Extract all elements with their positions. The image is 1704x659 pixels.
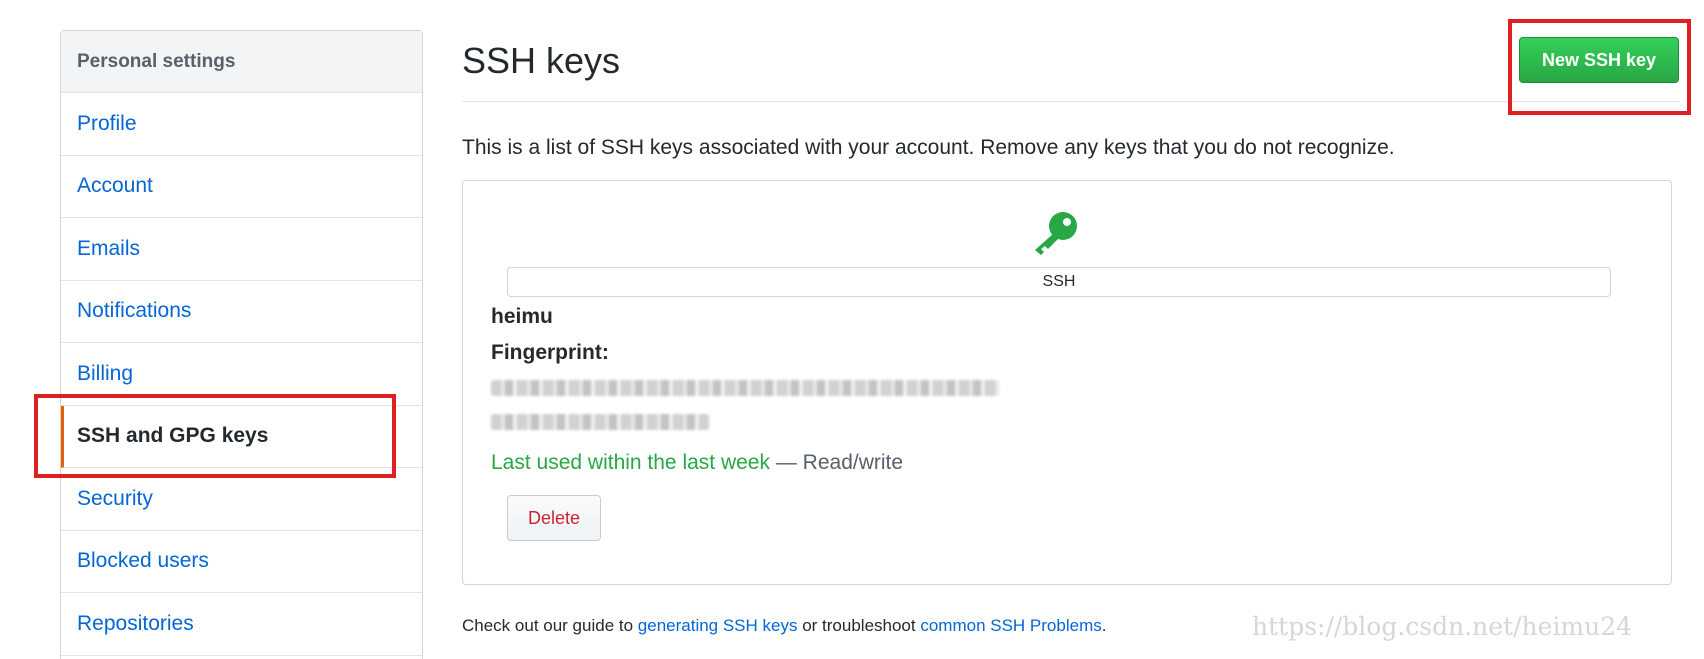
redacted-fingerprint	[491, 380, 999, 396]
sidebar-item-security[interactable]: Security	[61, 468, 422, 531]
delete-key-button[interactable]: Delete	[507, 495, 601, 541]
sidebar-item-ssh-gpg-keys[interactable]: SSH and GPG keys	[61, 405, 422, 468]
sidebar-item-profile[interactable]: Profile	[61, 93, 422, 156]
redacted-added-date	[491, 414, 709, 430]
key-icon	[1035, 212, 1077, 255]
new-ssh-key-button[interactable]: New SSH key	[1519, 37, 1679, 83]
footer-suffix: .	[1101, 616, 1107, 635]
sidebar-header: Personal settings	[61, 31, 422, 93]
footer-prefix: Check out our guide to	[462, 616, 638, 635]
last-used-status: Last used within the last week — Read/wr…	[491, 451, 903, 475]
last-used-text: Last used within the last week	[491, 451, 770, 474]
ssh-key-card: SSH heimu Fingerprint: Last used within …	[462, 180, 1672, 585]
title-divider	[462, 101, 1680, 102]
sidebar-item-account[interactable]: Account	[61, 156, 422, 218]
settings-sidebar: Personal settings Profile Account Emails…	[60, 30, 423, 659]
sidebar-item-blocked-users[interactable]: Blocked users	[61, 531, 422, 593]
common-ssh-problems-link[interactable]: common SSH Problems	[920, 616, 1101, 635]
intro-text: This is a list of SSH keys associated wi…	[462, 136, 1395, 159]
footer-middle: or troubleshoot	[797, 616, 921, 635]
sidebar-item-notifications[interactable]: Notifications	[61, 281, 422, 343]
sidebar-item-emails[interactable]: Emails	[61, 218, 422, 281]
footer-note: Check out our guide to generating SSH ke…	[462, 616, 1106, 636]
fingerprint-label: Fingerprint:	[491, 341, 609, 364]
sidebar-item-billing[interactable]: Billing	[61, 343, 422, 406]
access-level: — Read/write	[770, 451, 904, 474]
generating-ssh-keys-link[interactable]: generating SSH keys	[638, 616, 798, 635]
key-type-badge: SSH	[507, 267, 1611, 297]
watermark: https://blog.csdn.net/heimu24	[1252, 612, 1633, 641]
page-title: SSH keys	[462, 40, 621, 81]
key-title: heimu	[491, 305, 553, 328]
sidebar-item-repositories[interactable]: Repositories	[61, 593, 422, 656]
